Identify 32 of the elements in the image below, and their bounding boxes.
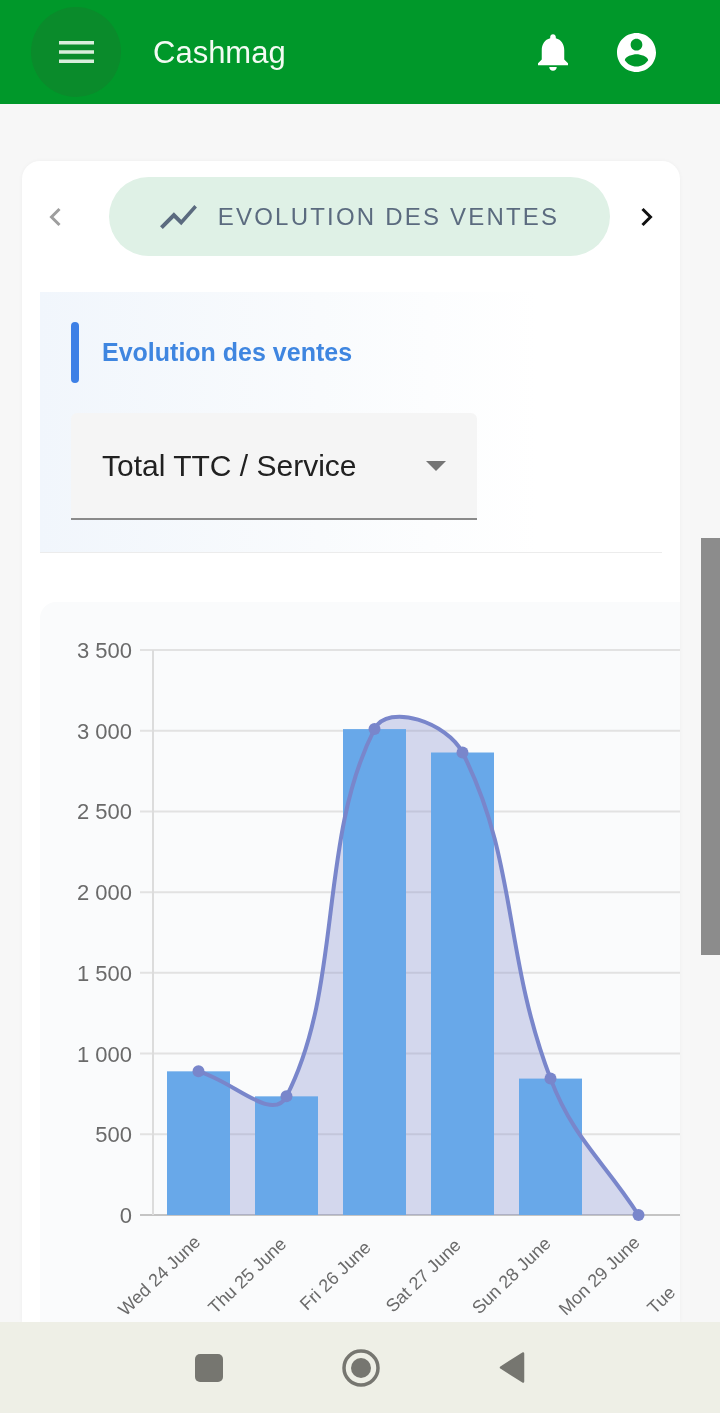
x-axis-label: Fri 26 June	[296, 1237, 375, 1315]
account-icon[interactable]	[617, 32, 656, 72]
caret-icon	[426, 460, 446, 471]
data-point	[632, 1209, 645, 1221]
dropdown-field[interactable]: Total TTC / Service	[71, 413, 477, 520]
app-title: Cashmag	[153, 36, 286, 68]
back-icon[interactable]	[499, 1352, 525, 1383]
x-axis-label: Tue	[643, 1282, 680, 1318]
recent-apps-icon[interactable]	[195, 1353, 223, 1382]
y-axis-label: 1 000	[76, 1041, 132, 1067]
accent-bar	[71, 322, 79, 383]
section-chip[interactable]: EVOLUTION DES VENTES	[109, 177, 610, 256]
data-point	[368, 723, 381, 736]
data-point	[192, 1065, 205, 1078]
panel-title: Evolution des ventes	[102, 340, 353, 365]
home-icon[interactable]	[342, 1348, 380, 1387]
data-point	[456, 746, 469, 759]
data-point	[544, 1072, 557, 1085]
y-axis-label: 2 000	[76, 880, 132, 906]
chevron-right-icon[interactable]	[639, 206, 653, 227]
chart-line-icon	[159, 204, 197, 229]
y-axis-label: 500	[95, 1122, 132, 1148]
data-point	[280, 1090, 293, 1103]
y-axis-label: 2 500	[76, 799, 132, 825]
y-axis-label: 3 500	[76, 638, 132, 663]
y-axis-label: 3 000	[76, 718, 132, 744]
scrollbar-thumb[interactable]	[701, 538, 720, 955]
section-chip-title: EVOLUTION DES VENTES	[217, 204, 560, 229]
y-axis-label: 0	[119, 1203, 132, 1228]
y-axis-label: 1 500	[76, 960, 132, 986]
menu-icon	[58, 41, 94, 63]
bell-icon[interactable]	[538, 33, 568, 71]
